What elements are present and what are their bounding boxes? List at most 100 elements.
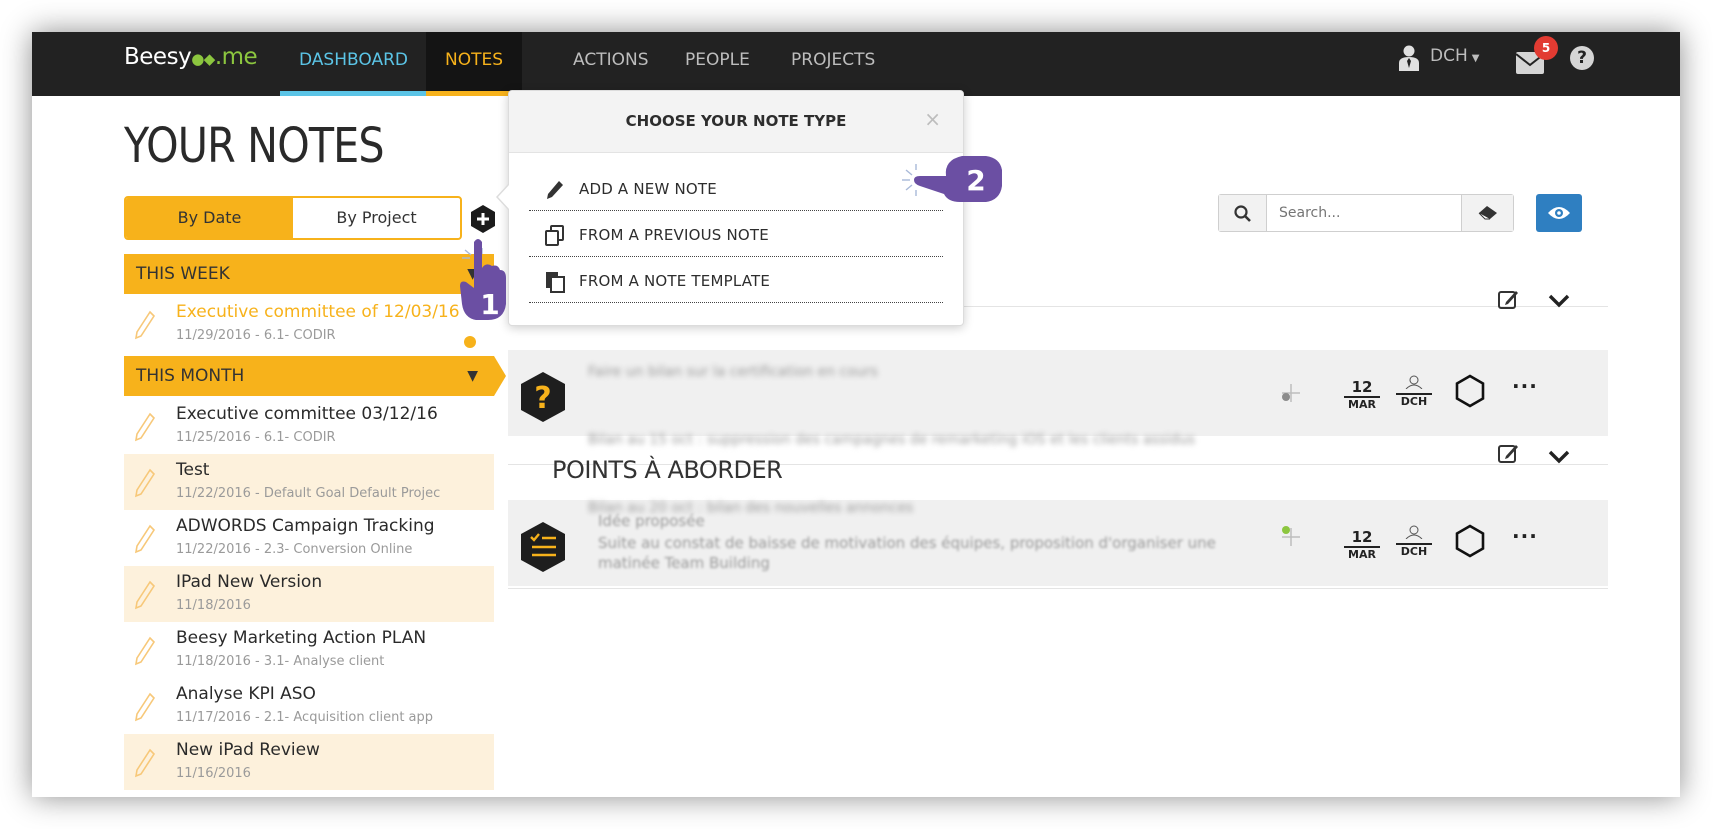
- note-title: Beesy Marketing Action PLAN: [176, 628, 427, 648]
- svg-text:2: 2: [966, 164, 985, 197]
- template-icon: [546, 272, 565, 293]
- owner[interactable]: DCH: [1396, 374, 1432, 409]
- chevron-down-icon[interactable]: [1548, 294, 1570, 308]
- search-input[interactable]: [1267, 195, 1461, 231]
- note-item[interactable]: Test 11/22/2016 - Default Goal Default P…: [124, 454, 494, 510]
- option-add-new-note[interactable]: ADD A NEW NOTE: [529, 167, 943, 211]
- note-meta: 11/22/2016 - Default Goal Default Projec: [176, 486, 441, 501]
- note-meta: 11/16/2016: [176, 766, 251, 781]
- more-options-icon[interactable]: ···: [1512, 524, 1538, 548]
- pencil-icon: [134, 412, 156, 442]
- section-arrow: [494, 356, 506, 396]
- note-point-row[interactable]: Bilan au 20 oct : bilan des nouvelles an…: [508, 500, 1608, 586]
- note-type-popup: CHOOSE YOUR NOTE TYPE × ADD A NEW NOTE F…: [496, 90, 964, 326]
- person-icon: [1405, 525, 1423, 540]
- chevron-down-icon[interactable]: [1548, 450, 1570, 464]
- note-title: Test: [176, 460, 210, 480]
- pencil-icon: [134, 580, 156, 610]
- nav-actions[interactable]: ACTIONS: [554, 32, 668, 96]
- section-title: POINTS À ABORDER: [552, 456, 783, 484]
- priority-icon[interactable]: [1278, 522, 1304, 548]
- note-item[interactable]: Executive committee of 12/03/16 11/29/20…: [124, 296, 494, 352]
- option-from-previous-note[interactable]: FROM A PREVIOUS NOTE: [529, 213, 943, 257]
- pencil-icon: [134, 524, 156, 554]
- pencil-icon: [547, 181, 563, 199]
- note-item[interactable]: Beesy Marketing Action PLAN 11/18/2016 -…: [124, 622, 494, 678]
- edit-icon[interactable]: [1498, 442, 1520, 464]
- priority-icon[interactable]: [1278, 380, 1304, 406]
- user-menu[interactable]: DCH ▼: [1430, 46, 1479, 66]
- status-hex-icon[interactable]: [1454, 524, 1486, 558]
- note-title: Analyse KPI ASO: [176, 684, 316, 704]
- note-meta: 11/25/2016 - 6.1- CODIR: [176, 430, 336, 445]
- note-title: New iPad Review: [176, 740, 320, 760]
- point-text: Faire un bilan sur la certification en c…: [588, 364, 878, 380]
- eraser-icon: [1478, 206, 1497, 220]
- note-item[interactable]: IPad New Version 11/18/2016: [124, 566, 494, 622]
- hand-pointer-icon: 2: [902, 156, 1002, 202]
- note-meta: 11/18/2016 - 3.1- Analyse client: [176, 654, 385, 669]
- popup-pointer: [496, 183, 510, 211]
- note-item[interactable]: Analyse KPI ASO 11/17/2016 - 2.1- Acquis…: [124, 678, 494, 734]
- edit-icon[interactable]: [1498, 288, 1520, 310]
- note-meta: 11/18/2016: [176, 598, 251, 613]
- search-icon: [1234, 205, 1251, 222]
- option-label: FROM A NOTE TEMPLATE: [579, 272, 771, 290]
- top-navbar: Beesy●◆.me DASHBOARD NOTES ACTIONS PEOPL…: [32, 32, 1680, 96]
- note-meta: 11/22/2016 - 2.3- Conversion Online: [176, 542, 413, 557]
- point-text: Bilan au 15 oct : suppression des campag…: [588, 432, 1196, 448]
- svg-text:1: 1: [480, 288, 499, 321]
- unread-dot: [464, 336, 476, 348]
- owner[interactable]: DCH: [1396, 524, 1432, 559]
- note-title: Executive committee of 12/03/16: [176, 302, 460, 322]
- pencil-icon: [134, 636, 156, 666]
- note-title: ADWORDS Campaign Tracking: [176, 516, 435, 536]
- clear-search-button[interactable]: [1461, 195, 1513, 231]
- note-item[interactable]: ADWORDS Campaign Tracking 11/22/2016 - 2…: [124, 510, 494, 566]
- copy-icon: [545, 225, 564, 246]
- svg-text:?: ?: [534, 381, 551, 416]
- search-bar: [1218, 194, 1514, 232]
- question-hex-icon: ?: [521, 372, 565, 422]
- point-text: Suite au constat de baisse de motivation…: [598, 534, 1216, 552]
- toggle-by-date[interactable]: By Date: [126, 198, 293, 238]
- note-meta: 11/29/2016 - 6.1- CODIR: [176, 328, 336, 343]
- hand-pointer-icon: 1: [460, 239, 506, 321]
- section-this-week[interactable]: THIS WEEK ▼: [124, 254, 494, 294]
- pencil-icon: [134, 692, 156, 722]
- view-toggle: By Date By Project: [124, 196, 462, 240]
- page-title: YOUR NOTES: [124, 118, 385, 174]
- nav-people[interactable]: PEOPLE: [666, 32, 769, 96]
- due-date[interactable]: 12 MAR: [1344, 528, 1380, 562]
- eye-icon: [1548, 207, 1570, 219]
- app-window: Beesy●◆.me DASHBOARD NOTES ACTIONS PEOPL…: [32, 32, 1680, 797]
- pencil-icon: [134, 310, 156, 340]
- note-meta: 11/17/2016 - 2.1- Acquisition client app: [176, 710, 434, 725]
- nav-projects[interactable]: PROJECTS: [772, 32, 894, 96]
- note-point-row[interactable]: ? Faire un bilan sur la certification en…: [508, 350, 1608, 448]
- person-icon: [1405, 375, 1423, 390]
- status-hex-icon[interactable]: [1454, 374, 1486, 408]
- note-item[interactable]: Executive committee 03/12/16 11/25/2016 …: [124, 398, 494, 454]
- pencil-icon: [134, 748, 156, 778]
- mail-count-badge: 5: [1534, 36, 1558, 60]
- option-from-note-template[interactable]: FROM A NOTE TEMPLATE: [529, 259, 943, 303]
- nav-dashboard[interactable]: DASHBOARD: [280, 32, 427, 96]
- point-text: Idée proposée: [598, 512, 705, 530]
- note-title: IPad New Version: [176, 572, 323, 592]
- more-options-icon[interactable]: ···: [1512, 374, 1538, 398]
- close-icon[interactable]: ×: [924, 107, 941, 131]
- user-icon[interactable]: [1398, 44, 1420, 72]
- logo[interactable]: Beesy●◆.me: [124, 44, 258, 70]
- due-date[interactable]: 12 MAR: [1344, 378, 1380, 412]
- pencil-icon: [134, 468, 156, 498]
- note-item[interactable]: New iPad Review 11/16/2016: [124, 734, 494, 790]
- toggle-by-project[interactable]: By Project: [293, 198, 460, 238]
- point-text: matinée Team Building: [598, 554, 770, 572]
- section-this-month[interactable]: THIS MONTH ▼: [124, 356, 494, 396]
- help-icon[interactable]: ?: [1570, 46, 1594, 70]
- search-button[interactable]: [1219, 195, 1267, 231]
- chevron-down-icon: ▼: [467, 368, 478, 384]
- view-toggle-button[interactable]: [1536, 194, 1582, 232]
- nav-notes[interactable]: NOTES: [426, 32, 523, 96]
